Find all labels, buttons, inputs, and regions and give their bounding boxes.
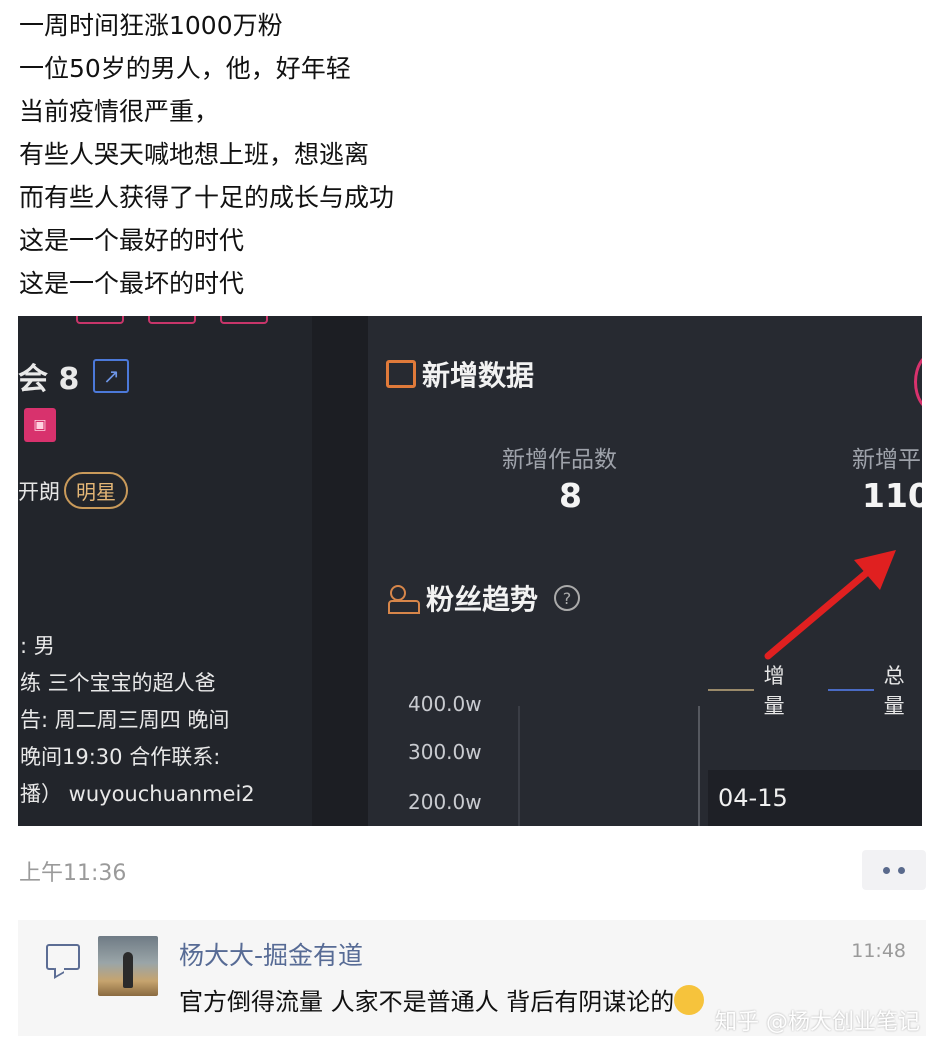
y-tick-label: 200.0w	[408, 790, 482, 814]
new-data-title: 新增数据	[422, 359, 535, 392]
post-line: 一位50岁的男人，他，好年轻	[19, 54, 351, 83]
legend-total-label: 总量	[883, 664, 905, 718]
chart-legend: 增量 总量	[708, 660, 922, 720]
bio-line: 播） wuyouchuanmei2	[20, 782, 255, 806]
dot-icon	[883, 866, 890, 874]
record-icon	[914, 352, 922, 412]
more-actions-button[interactable]	[862, 850, 926, 890]
new-data-header: 新增数据	[386, 354, 534, 394]
post-line: 这是一个最好的时代	[19, 226, 245, 255]
fans-trend-title: 粉丝趋势	[426, 583, 539, 616]
profile-panel: 会 8 ↗ ▣ 开朗 明星 : 男 练 三个宝宝的超人爸 告: 周二周三周四 晚…	[18, 316, 312, 826]
profile-icon-row: 会 8 ↗	[18, 358, 130, 397]
post-line: 一周时间狂涨1000万粉	[19, 11, 283, 40]
tab-outline	[76, 316, 124, 324]
link-icon: ↗	[93, 359, 130, 393]
chart-icon	[386, 360, 416, 388]
hover-line	[698, 706, 700, 826]
help-icon[interactable]: ?	[554, 585, 581, 611]
stat-label: 新增平	[852, 447, 921, 473]
avatar[interactable]	[98, 936, 158, 996]
gift-icon: ▣	[24, 408, 56, 442]
legend-total-swatch	[828, 689, 874, 691]
dot-icon	[898, 866, 905, 874]
commenter-name[interactable]: 杨大大-掘金有道	[179, 936, 363, 972]
fans-icon	[388, 583, 420, 614]
post-line: 而有些人获得了十足的成长与成功	[19, 183, 395, 212]
post-line: 这是一个最坏的时代	[19, 269, 245, 298]
red-arrow-annotation	[764, 550, 896, 660]
thinking-face-icon	[674, 985, 705, 1015]
stat-value: 110	[862, 476, 922, 515]
comment-icon	[46, 944, 80, 970]
profile-name-line: 开朗 明星	[18, 472, 128, 509]
bio-line: : 男	[20, 634, 55, 658]
profile-name: 开朗	[18, 479, 60, 504]
comment-text: 官方倒得流量 人家不是普通人 背后有阴谋论的	[179, 982, 705, 1018]
star-badge: 明星	[64, 472, 128, 509]
post-text: 一周时间狂涨1000万粉 一位50岁的男人，他，好年轻 当前疫情很严重， 有些人…	[19, 4, 919, 305]
post-line: 有些人哭天喊地想上班，想逃离	[19, 140, 370, 169]
data-panel: 新增数据 新增作品数 8 新增平 110 粉丝趋势 ? 增量 总量 400.0w…	[368, 316, 922, 826]
profile-bio: : 男 练 三个宝宝的超人爸 告: 周二周三周四 晚间 晚间19:30 合作联系…	[20, 628, 255, 813]
post-time: 上午11:36	[19, 861, 127, 886]
divider	[312, 316, 368, 826]
watermark: 知乎 @杨大创业笔记	[715, 1010, 920, 1035]
legend-increase-label: 增量	[763, 664, 785, 718]
tooltip-date-label: 04-15	[718, 784, 788, 812]
tab-outline	[148, 316, 196, 324]
comment-time: 11:48	[851, 940, 906, 962]
bio-line: 练 三个宝宝的超人爸	[20, 671, 216, 695]
stat-label: 新增作品数	[502, 447, 617, 473]
comment-body: 官方倒得流量 人家不是普通人 背后有阴谋论的	[179, 988, 675, 1016]
bio-line: 告: 周二周三周四 晚间	[20, 708, 230, 732]
fans-trend-header: 粉丝趋势 ?	[388, 578, 581, 618]
legend-increase-swatch	[708, 689, 754, 691]
tab-outline	[220, 316, 268, 324]
stat-value: 8	[559, 476, 582, 515]
post-image[interactable]: 会 8 ↗ ▣ 开朗 明星 : 男 练 三个宝宝的超人爸 告: 周二周三周四 晚…	[18, 316, 922, 826]
y-tick-label: 400.0w	[408, 692, 482, 716]
tooltip-date: 04-15	[708, 770, 922, 826]
qr-code-icon: 会 8	[18, 362, 80, 397]
y-axis	[518, 706, 520, 826]
post-line: 当前疫情很严重，	[19, 97, 220, 126]
y-tick-label: 300.0w	[408, 740, 482, 764]
bio-line: 晚间19:30 合作联系:	[20, 745, 221, 769]
